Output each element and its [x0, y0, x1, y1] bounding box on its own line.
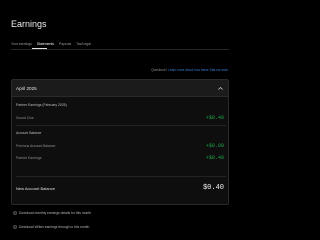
statement-card: April 2025 Partner Earnings (February 20…	[11, 79, 229, 205]
statement-header[interactable]: April 2025	[12, 80, 228, 97]
download-icon	[13, 225, 17, 229]
row-divider	[16, 125, 226, 126]
partner-row-label: Sound Clue	[16, 116, 34, 120]
account-balance-section: Account Balance	[16, 131, 42, 135]
partner-row-value: +$0.40	[205, 115, 224, 121]
download-earnings-link[interactable]: Download Writes earnings through to this…	[13, 225, 89, 229]
help-prefix: Questions?	[151, 68, 169, 72]
statement-period: April 2025	[16, 86, 37, 91]
partner-earnings-value: +$0.40	[205, 155, 224, 161]
tab-tax-legal[interactable]: Tax/Legal	[76, 42, 91, 46]
download-icon	[13, 211, 17, 215]
tab-payouts[interactable]: Payouts	[59, 42, 71, 46]
partner-earnings-section: Partner Earnings (February 2025)	[16, 103, 67, 107]
download-earnings-label: Download Writes earnings through to this…	[19, 225, 90, 229]
tabs-divider	[11, 49, 229, 50]
learn-more-link[interactable]: Learn more about how these Stat.ms work	[168, 68, 228, 72]
tab-bar: Your earnings Statements Payouts Tax/Leg…	[11, 42, 91, 46]
chevron-up-icon[interactable]	[217, 85, 224, 92]
download-monthly-label: Download monthly earnings details for th…	[19, 211, 92, 215]
previous-balance-value: +$0.00	[205, 143, 224, 149]
tab-your-earnings[interactable]: Your earnings	[11, 42, 32, 46]
download-monthly-link[interactable]: Download monthly earnings details for th…	[13, 211, 91, 215]
new-balance-value: $0.40	[202, 184, 224, 192]
help-text: Questions? Learn more about how these St…	[151, 68, 228, 72]
previous-balance-label: Previous Account Balance	[16, 144, 56, 148]
partner-earnings-label: Partner Earnings	[16, 156, 42, 160]
new-balance-label: New Account Balance	[16, 186, 55, 191]
row-divider	[16, 176, 226, 177]
page-title: Earnings	[11, 19, 47, 29]
tab-statements[interactable]: Statements	[37, 42, 54, 46]
